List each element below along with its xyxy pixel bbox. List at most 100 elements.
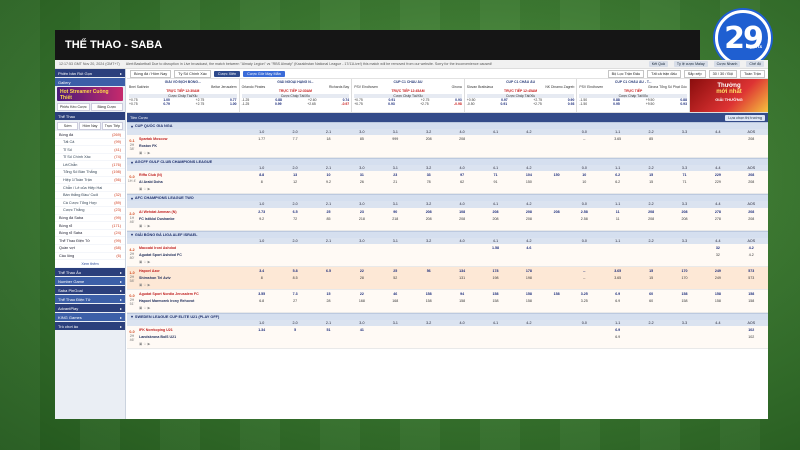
odds-cell[interactable]: 249 249 xyxy=(701,267,734,289)
odds-cell[interactable]: 108 208 xyxy=(445,208,478,230)
home-team[interactable]: Agudat Sport Nordia Jerusalem FC xyxy=(139,291,243,298)
home-team[interactable]: Al Wehdat Amman (N) xyxy=(139,209,243,216)
odds-cell[interactable]: 158 158 xyxy=(412,290,445,312)
period-select[interactable]: Toàn Trận xyxy=(740,69,765,78)
away-team[interactable]: Al Arabi Doha xyxy=(139,179,243,186)
odds-cell[interactable]: 104 150 xyxy=(512,171,545,193)
odds-cell[interactable]: 6.5 72 xyxy=(278,208,311,230)
odds-cell[interactable]: 23 21 xyxy=(379,171,412,193)
sidebar-item[interactable]: Bóng đá (269) xyxy=(55,131,125,139)
tab-today[interactable]: Hôm Nay xyxy=(79,122,101,130)
odds-cell[interactable]: 6.5 xyxy=(312,267,345,289)
featured-card[interactable]: CUP C1 CHÂU ÂU Slovan Bratislava NK Dinamo… xyxy=(465,79,578,112)
odds-cell[interactable]: 10 9.2 xyxy=(312,171,345,193)
all-matches-select[interactable]: Tất cả trận đấu xyxy=(647,69,681,78)
league-header[interactable]: ▾ AFC CHAMPIONS LEAGUE TWO xyxy=(127,194,768,202)
odds-cell[interactable] xyxy=(701,135,734,157)
odds-cell[interactable]: 3.65 3.65 xyxy=(601,267,634,289)
away-team[interactable]: Hapoel Marmorek Irony Rehovot xyxy=(139,298,243,305)
promo-banner[interactable]: Hot Streamer Cuồng Thiết xyxy=(57,87,123,101)
sidebar-item[interactable]: Cá Cược Tổng Hợp (89) xyxy=(55,199,125,207)
odds-cell[interactable]: 1.58 xyxy=(479,244,512,266)
collapse-icon[interactable]: ▾ xyxy=(131,314,133,319)
odds-cell[interactable]: 41 xyxy=(345,326,378,348)
odds-value[interactable]: 0.95 xyxy=(613,102,620,106)
odds-cell[interactable]: 229 229 xyxy=(701,171,734,193)
away-team[interactable]: Shimshon Tel Aviv xyxy=(139,275,243,282)
home-team[interactable]: Riffa Club (N) xyxy=(139,172,243,179)
sidebar-item[interactable]: Cầu lông (6) xyxy=(55,252,125,261)
odds-cell[interactable] xyxy=(568,244,601,266)
odds-cell[interactable]: 56 xyxy=(412,267,445,289)
odds-cell[interactable]: 158 158 xyxy=(701,290,734,312)
sport-select[interactable]: Bóng đá / Hôm Nay xyxy=(130,69,172,78)
odds-cell[interactable]: 208 xyxy=(546,208,568,230)
odds-cell[interactable] xyxy=(634,244,667,266)
odds-cell[interactable]: 999 xyxy=(379,135,412,157)
odds-cell[interactable]: 158 xyxy=(546,290,568,312)
odds-cell[interactable] xyxy=(512,135,545,157)
odds-cell[interactable]: 85 xyxy=(634,135,667,157)
sidebar-item[interactable]: Tỉ Số Chính Xác (74) xyxy=(55,153,125,162)
odds-cell[interactable] xyxy=(379,326,412,348)
odds-cell[interactable]: 208 208 xyxy=(668,208,701,230)
league-header[interactable]: ▾ GIẢI BÓNG ĐÁ LIGA ALEF ISRAEL xyxy=(127,230,768,238)
odds-cell[interactable]: 25 85 xyxy=(312,208,345,230)
odds-cell[interactable] xyxy=(479,326,512,348)
sort-select[interactable]: Sắp xếp xyxy=(683,69,706,78)
league-header[interactable]: ▾ AGCFF GULF CLUB CHAMPIONS LEAGUE xyxy=(127,158,768,166)
home-team[interactable]: IFK Norrkoping U21 xyxy=(139,327,243,334)
odds-cell[interactable]: 573 573 xyxy=(735,267,768,289)
odds-cell[interactable]: 208 208 xyxy=(735,171,768,193)
odds-cell[interactable]: 4.2 4.2 xyxy=(735,244,768,266)
odds-cell[interactable] xyxy=(546,267,568,289)
odds-cell[interactable] xyxy=(701,326,734,348)
odds-cell[interactable] xyxy=(668,244,701,266)
odds-cell[interactable]: 7.3 27 xyxy=(278,290,311,312)
odds-cell[interactable]: 18 xyxy=(312,135,345,157)
odds-cell[interactable]: 3.55 6.8 xyxy=(245,290,278,312)
odds-cell[interactable]: 150 xyxy=(546,171,568,193)
sidebar-item[interactable]: Hiệp 1/Toàn Trận (56) xyxy=(55,176,125,185)
odds-value[interactable]: 0.99 xyxy=(275,102,282,106)
sidebar-item[interactable]: Chẵn / Lẻ của Hiệp Hai xyxy=(55,184,125,192)
sidebar-product[interactable]: KING Games ▸ xyxy=(55,312,125,321)
odds-cell[interactable]: 208 208 xyxy=(412,208,445,230)
lucky-bet-button[interactable]: Cược Giờ Mạy Mắn xyxy=(243,70,285,77)
odds-cell[interactable]: 1.34 xyxy=(245,326,278,348)
odds-cell[interactable] xyxy=(546,244,568,266)
odds-type-select[interactable]: Tỷ lệ cược Malay xyxy=(673,61,708,67)
see-more-link[interactable]: Xem thêm xyxy=(55,260,125,268)
away-team[interactable]: FC Istiklol Dushanbe xyxy=(139,216,243,223)
odds-cell[interactable]: 4.6 xyxy=(512,244,545,266)
odds-cell[interactable]: 208 208 xyxy=(479,208,512,230)
featured-card[interactable]: CUP C1 CHÂU ÂU PSV Eindhoven Girona TRỰC TI… xyxy=(352,79,465,112)
market-selection-button[interactable]: Lựa chọn thị trường xyxy=(725,114,765,121)
odds-value[interactable]: 0.93 xyxy=(388,102,395,106)
odds-cell[interactable] xyxy=(345,244,378,266)
sidebar-item[interactable]: Bóng rổ (171) xyxy=(55,222,125,230)
odds-cell[interactable]: 208 208 xyxy=(634,208,667,230)
odds-cell[interactable]: 15 15 xyxy=(634,171,667,193)
odds-cell[interactable]: 208 xyxy=(735,135,768,157)
odds-cell[interactable]: 208 xyxy=(445,135,478,157)
sidebar-product[interactable]: Thể Thao Ảo ▸ xyxy=(55,267,125,276)
parlay-button[interactable]: Cược Xiên xyxy=(213,70,241,77)
odds-cell[interactable] xyxy=(479,135,512,157)
view-select[interactable]: 30 / 30 / Đội xyxy=(708,69,738,78)
odds-cell[interactable]: 23 218 xyxy=(345,208,378,230)
odds-cell[interactable]: 90 218 xyxy=(379,208,412,230)
odds-cell[interactable]: 158 158 xyxy=(668,290,701,312)
odds-cell[interactable]: 32 32 xyxy=(701,244,734,266)
odds-cell[interactable]: 158 158 xyxy=(479,290,512,312)
odds-value[interactable]: 0.93 xyxy=(680,102,687,106)
sidebar-product[interactable]: Saba PinGoal ▸ xyxy=(55,285,125,294)
gallery-link[interactable]: Gallery xyxy=(55,78,125,86)
odds-value[interactable]: -0.97 xyxy=(341,102,349,106)
odds-value[interactable]: 1.00 xyxy=(230,102,237,106)
odds-cell[interactable]: 278 278 xyxy=(701,208,734,230)
odds-cell[interactable]: 1.77 xyxy=(245,135,278,157)
sidebar-item[interactable]: Thể Thao Điện Tử (99) xyxy=(55,237,125,245)
league-header[interactable]: ▾ CUP QUỐC GIA NGA xyxy=(127,122,768,129)
sidebar-product[interactable]: Thể Thao Điện Tử ▸ xyxy=(55,294,125,303)
